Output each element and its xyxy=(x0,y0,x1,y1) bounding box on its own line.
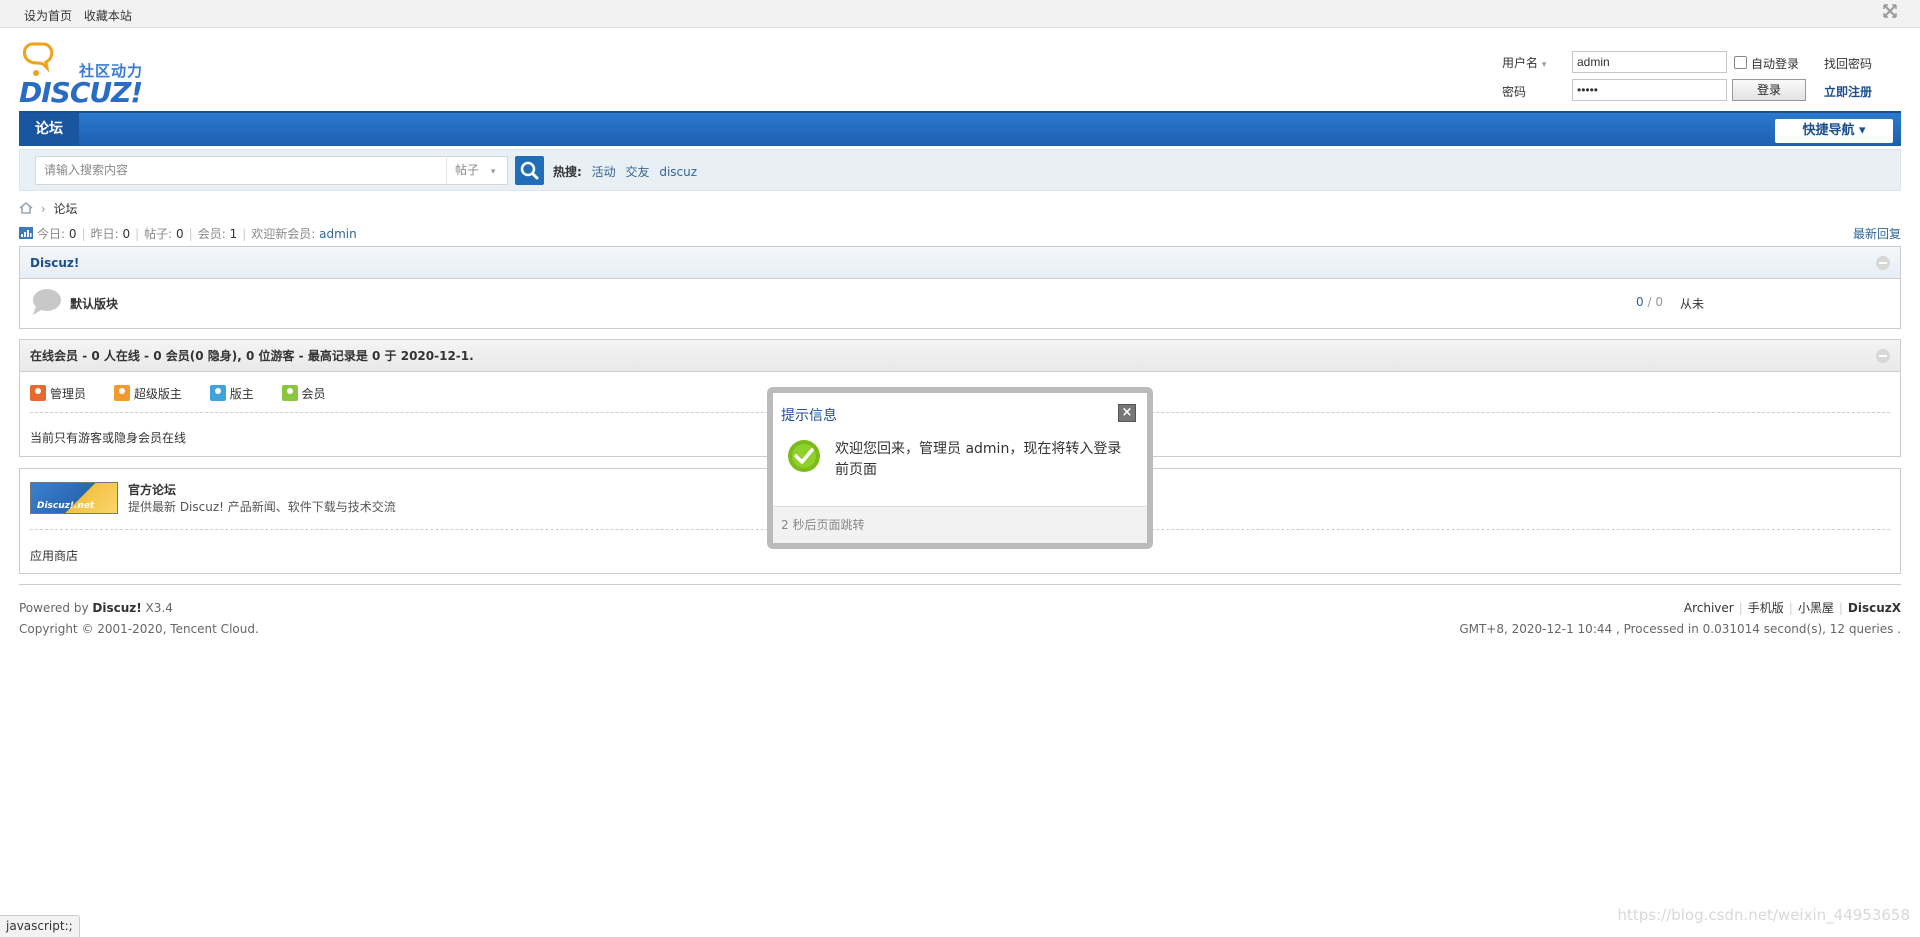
hot-term[interactable]: 交友 xyxy=(625,165,649,179)
breadcrumb-current[interactable]: 论坛 xyxy=(53,202,77,216)
hot-term[interactable]: discuz xyxy=(659,165,697,179)
online-empty-text: 当前只有游客或隐身会员在线 xyxy=(30,431,187,445)
legend-item: 管理员 xyxy=(30,385,86,402)
auto-login-checkbox[interactable] xyxy=(1734,56,1747,69)
today-count: 0 xyxy=(68,227,77,241)
collapse-icon[interactable] xyxy=(1876,349,1890,363)
member-legend: 管理员 超级版主 版主 会员 xyxy=(30,385,350,402)
search-type-select[interactable]: 帖子 ▾ xyxy=(446,156,508,185)
admin-icon xyxy=(30,385,46,401)
forum-bubble-icon xyxy=(33,289,61,315)
logo-brand: DISCUZ! xyxy=(19,76,143,109)
category-box: Discuz! 默认版块 0 / 0 从未 xyxy=(19,246,1901,329)
posts-count: 0 xyxy=(176,227,184,241)
find-password-link[interactable]: 找回密码 xyxy=(1824,55,1872,72)
collapse-icon[interactable] xyxy=(1882,4,1898,20)
main-nav: 论坛 快捷导航 ▾ xyxy=(19,111,1901,146)
processed-info: GMT+8, 2020-12-1 10:44 , Processed in 0.… xyxy=(1459,622,1901,636)
auto-login-label: 自动登录 xyxy=(1751,57,1800,71)
quick-nav-button[interactable]: 快捷导航 ▾ xyxy=(1775,119,1893,143)
top-bar: 设为首页 收藏本站 xyxy=(0,0,1920,28)
username-input[interactable] xyxy=(1572,51,1727,73)
success-check-icon xyxy=(788,440,820,472)
password-input[interactable] xyxy=(1572,79,1727,101)
search-input[interactable]: 请输入搜索内容 xyxy=(35,156,448,185)
forum-counts: 0 / 0 xyxy=(1636,295,1663,309)
top-links: 设为首页 收藏本站 xyxy=(24,7,140,24)
search-bar: 请输入搜索内容 帖子 ▾ 热搜: 活动 交友 discuz xyxy=(19,149,1901,191)
moderator-icon xyxy=(209,385,226,401)
footer-right: Archiver | 手机版 | 小黑屋 | DiscuzX GMT+8, 2020-12-… xyxy=(1459,598,1901,640)
forum-last-post: 从未 xyxy=(1680,297,1705,311)
forum-row: 默认版块 0 / 0 从未 xyxy=(20,279,1900,325)
discuz-net-logo[interactable]: Discuz!.net xyxy=(30,482,118,514)
close-icon[interactable]: × xyxy=(1118,404,1136,422)
login-button[interactable]: 登录 xyxy=(1732,79,1806,101)
hot-search-label: 热搜: xyxy=(553,165,582,179)
yesterday-count: 0 xyxy=(122,227,131,241)
online-summary: - 0 人在线 - 0 会员(0 隐身), 0 位游客 - 最高记录是 0 于 … xyxy=(78,349,474,363)
dialog-title: 提示信息 xyxy=(781,408,837,424)
collapse-icon[interactable] xyxy=(1876,256,1890,270)
legend-item: 版主 xyxy=(209,385,254,402)
password-label: 密码 xyxy=(1502,85,1527,99)
breadcrumb: › 论坛 xyxy=(19,200,77,217)
official-forum-link[interactable]: 官方论坛 xyxy=(128,481,176,498)
hot-search: 热搜: 活动 交友 discuz xyxy=(553,163,697,180)
nav-item-forum[interactable]: 论坛 xyxy=(19,113,79,146)
dialog-message: 欢迎您回来，管理员 admin，现在将转入登录前页面 xyxy=(835,441,1122,478)
bookmark-link[interactable]: 收藏本站 xyxy=(84,9,132,23)
copyright: Copyright © 2001-2020, Tencent Cloud. xyxy=(19,622,259,636)
notice-dialog: 提示信息 × 欢迎您回来，管理员 admin，现在将转入登录前页面 2 秒后页面… xyxy=(767,387,1153,549)
mobile-link[interactable]: 手机版 xyxy=(1748,601,1784,615)
powered-by-link[interactable]: Discuz! xyxy=(92,601,141,615)
search-icon xyxy=(520,161,539,180)
home-icon[interactable] xyxy=(19,201,33,214)
forum-stats: 今日: 0 | 昨日: 0 | 帖子: 0 | 会员: 1 | 欢迎新会员: admin 最新回… xyxy=(19,225,1901,242)
hot-term[interactable]: 活动 xyxy=(592,165,616,179)
search-button[interactable] xyxy=(515,156,544,185)
chevron-down-icon: ▾ xyxy=(490,167,496,177)
online-title[interactable]: 在线会员 xyxy=(30,349,78,363)
site-logo[interactable]: 社区动力 DISCUZ! xyxy=(19,40,159,109)
app-store-link[interactable]: 应用商店 xyxy=(30,547,78,564)
username-label[interactable]: 用户名 ▾ xyxy=(1502,54,1546,71)
online-header: 在线会员 - 0 人在线 - 0 会员(0 隐身), 0 位游客 - 最高记录是… xyxy=(20,340,1900,372)
set-home-link[interactable]: 设为首页 xyxy=(24,9,72,23)
latest-reply-link[interactable]: 最新回复 xyxy=(1853,225,1901,242)
dialog-footer: 2 秒后页面跳转 xyxy=(773,506,1147,543)
browser-status-bar: javascript:; xyxy=(0,915,80,937)
official-forum-desc: 提供最新 Discuz! 产品新闻、软件下载与技术交流 xyxy=(128,500,396,514)
member-icon xyxy=(281,385,298,401)
super-moderator-icon xyxy=(113,385,130,401)
forum-name[interactable]: 默认版块 xyxy=(70,295,118,312)
chart-icon xyxy=(19,227,33,239)
new-member-link[interactable]: admin xyxy=(319,227,357,241)
discuzx-link[interactable]: DiscuzX xyxy=(1848,601,1901,615)
footer-left: Powered by Discuz! X3.4 Copyright © 2001… xyxy=(19,598,259,640)
login-form: 用户名 ▾ 自动登录 找回密码 密码 登录 立即注册 xyxy=(1502,50,1902,106)
legend-item: 会员 xyxy=(281,385,326,402)
register-link[interactable]: 立即注册 xyxy=(1824,83,1872,100)
blackroom-link[interactable]: 小黑屋 xyxy=(1798,601,1834,615)
legend-item: 超级版主 xyxy=(113,385,182,402)
archiver-link[interactable]: Archiver xyxy=(1684,601,1734,615)
footer-divider xyxy=(19,584,1901,585)
category-title[interactable]: Discuz! xyxy=(30,256,79,270)
watermark: https://blog.csdn.net/weixin_44953658 xyxy=(1617,906,1910,924)
category-header: Discuz! xyxy=(20,247,1900,279)
members-count: 1 xyxy=(229,227,238,241)
